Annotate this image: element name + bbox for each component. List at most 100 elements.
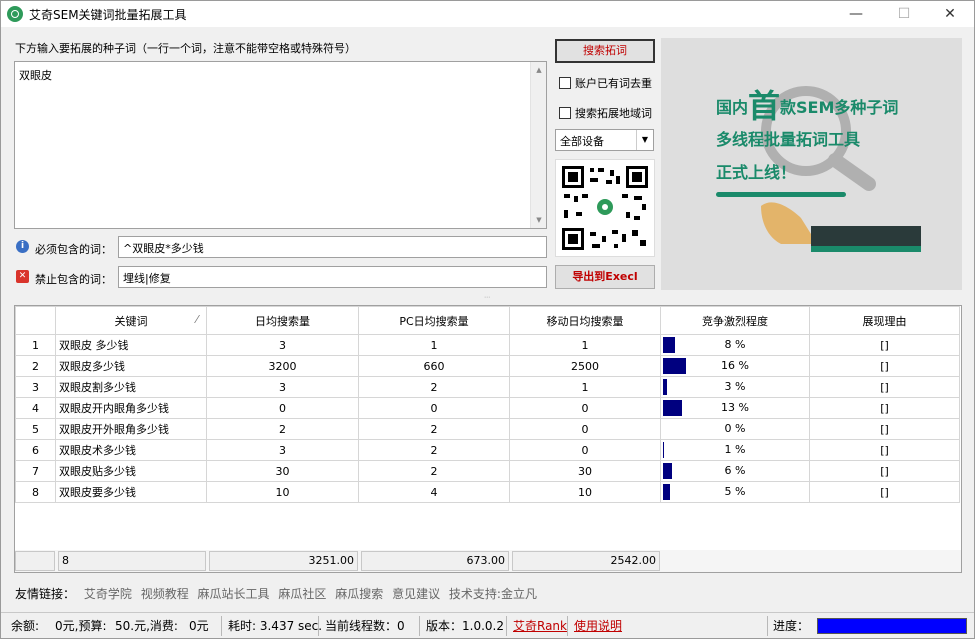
cell-competition: 8 % <box>660 334 810 356</box>
link-feedback[interactable]: 意见建议 <box>392 587 440 601</box>
magnifier-illustration <box>761 86 921 252</box>
cell-mobile: 0 <box>509 418 661 440</box>
link-magua-community[interactable]: 麻瓜社区 <box>278 587 326 601</box>
link-magua-search[interactable]: 麻瓜搜索 <box>335 587 383 601</box>
splitter-handle[interactable]: ⋯ <box>484 294 492 301</box>
banner-line-1-pre: 国内 <box>716 98 749 117</box>
cell-daily: 30 <box>206 460 359 482</box>
cell-pc: 1 <box>358 334 510 356</box>
competition-percent: 13 % <box>721 401 749 414</box>
window-title: 艾奇SEM关键词批量拓展工具 <box>29 8 187 22</box>
include-input[interactable]: ^双眼皮*多少钱 <box>118 236 547 258</box>
table-row[interactable]: 4 双眼皮开内眼角多少钱 0 0 0 13 %[] <box>15 397 960 419</box>
close-button[interactable]: ✕ <box>927 1 973 27</box>
progress-label: 进度： <box>773 619 810 633</box>
cell-keyword: 双眼皮开外眼角多少钱 <box>55 418 207 440</box>
link-video-tutorial[interactable]: 视频教程 <box>141 587 189 601</box>
qr-code-graphic <box>562 166 648 250</box>
cell-competition: 5 % <box>660 481 810 503</box>
cell-reason: [] <box>809 418 960 440</box>
competition-percent: 1 % <box>724 443 746 456</box>
summary-mobile: 2542.00 <box>512 551 660 571</box>
table-row[interactable]: 7 双眼皮贴多少钱 30 2 30 6 %[] <box>15 460 960 482</box>
cell-pc: 2 <box>358 460 510 482</box>
region-checkbox-box[interactable] <box>559 107 571 119</box>
seed-textarea[interactable]: 双眼皮 ▲ ▼ <box>14 61 547 229</box>
cell-mobile: 0 <box>509 397 661 419</box>
summary-pc: 673.00 <box>361 551 509 571</box>
cell-keyword: 双眼皮多少钱 <box>55 355 207 377</box>
cell-pc: 2 <box>358 418 510 440</box>
cell-daily: 2 <box>206 418 359 440</box>
results-table: 关键词 ⁄ 日均搜索量 PC日均搜索量 移动日均搜索量 竞争激烈程度 展现理由 … <box>15 306 960 503</box>
header-mobile[interactable]: 移动日均搜索量 <box>509 306 661 335</box>
export-excel-button[interactable]: 导出到Execl <box>555 265 655 289</box>
table-row[interactable]: 6 双眼皮术多少钱 3 2 0 1 % [] <box>15 439 960 461</box>
maximize-button[interactable]: ☐ <box>881 1 927 27</box>
table-header-row: 关键词 ⁄ 日均搜索量 PC日均搜索量 移动日均搜索量 竞争激烈程度 展现理由 <box>15 306 960 335</box>
dedupe-checkbox[interactable]: 账户已有词去重 <box>559 75 652 91</box>
dedupe-checkbox-box[interactable] <box>559 77 571 89</box>
search-expand-button[interactable]: 搜索拓词 <box>555 39 655 63</box>
status-divider <box>419 616 420 636</box>
table-row[interactable]: 2 双眼皮多少钱 3200 660 2500 16 % [] <box>15 355 960 377</box>
info-icon: i <box>16 240 29 253</box>
promo-banner[interactable]: 国内首款SEM多种子词 多线程批量拓词工具 正式上线！ <box>661 38 962 290</box>
competition-percent: 8 % <box>724 338 746 351</box>
seed-scrollbar[interactable]: ▲ ▼ <box>530 62 546 228</box>
link-magua-tools[interactable]: 麻瓜站长工具 <box>198 587 270 601</box>
cell-reason: [] <box>809 460 960 482</box>
table-row[interactable]: 1 双眼皮 多少钱 3 1 1 8 %[] <box>15 334 960 356</box>
link-tech-support[interactable]: 技术支持:金立凡 <box>449 587 537 601</box>
progress-bar <box>817 618 967 634</box>
header-keyword[interactable]: 关键词 ⁄ <box>55 306 207 335</box>
header-keyword-label: 关键词 <box>114 314 148 328</box>
table-row[interactable]: 3 双眼皮割多少钱 3 2 1 3 %[] <box>15 376 960 398</box>
cell-keyword: 双眼皮开内眼角多少钱 <box>55 397 207 419</box>
cell-pc: 2 <box>358 439 510 461</box>
seed-text: 双眼皮 <box>19 69 52 82</box>
seed-label: 下方输入要拓展的种子词（一行一个词，注意不能带空格或特殊符号） <box>15 42 356 55</box>
row-number: 4 <box>15 397 56 419</box>
header-reason[interactable]: 展现理由 <box>809 306 960 335</box>
results-grid: 关键词 ⁄ 日均搜索量 PC日均搜索量 移动日均搜索量 竞争激烈程度 展现理由 … <box>14 305 962 573</box>
cell-competition: 13 % <box>660 397 810 419</box>
scroll-up-icon[interactable]: ▲ <box>531 62 547 78</box>
title-bar: 艾奇SEM关键词批量拓展工具 — ☐ ✕ <box>1 1 974 27</box>
scroll-down-icon[interactable]: ▼ <box>531 212 547 228</box>
status-divider <box>221 616 222 636</box>
header-pc[interactable]: PC日均搜索量 <box>358 306 510 335</box>
chevron-down-icon[interactable]: ▼ <box>636 130 653 150</box>
link-aiqi-academy[interactable]: 艾奇学院 <box>84 587 132 601</box>
table-row[interactable]: 5 双眼皮开外眼角多少钱 2 2 0 0 %[] <box>15 418 960 440</box>
cell-mobile: 2500 <box>509 355 661 377</box>
exclude-input[interactable]: 埋线|修复 <box>118 266 547 288</box>
cell-reason: [] <box>809 334 960 356</box>
competition-percent: 16 % <box>721 359 749 372</box>
header-daily[interactable]: 日均搜索量 <box>206 306 359 335</box>
status-balance-label: 余额: <box>11 619 40 633</box>
device-select[interactable]: 全部设备 ▼ <box>555 129 654 151</box>
device-select-value: 全部设备 <box>560 135 604 148</box>
table-row[interactable]: 8 双眼皮要多少钱 10 4 10 5 %[] <box>15 481 960 503</box>
cell-pc: 0 <box>358 397 510 419</box>
cell-pc: 660 <box>358 355 510 377</box>
minimize-button[interactable]: — <box>833 1 879 27</box>
summary-count: 8 <box>58 551 206 571</box>
banner-line-1: 国内首款SEM多种子词 <box>716 81 898 127</box>
banner-line-3: 正式上线！ <box>716 163 797 182</box>
region-checkbox[interactable]: 搜索拓展地域词 <box>559 105 652 121</box>
cell-competition: 6 % <box>660 460 810 482</box>
aiqi-rank-link[interactable]: 艾奇Rank <box>513 617 567 634</box>
status-divider <box>767 616 768 636</box>
cell-competition: 3 % <box>660 376 810 398</box>
cell-keyword: 双眼皮要多少钱 <box>55 481 207 503</box>
header-competition[interactable]: 竞争激烈程度 <box>660 306 810 335</box>
cell-competition: 0 % <box>660 418 810 440</box>
region-label: 搜索拓展地域词 <box>575 107 652 120</box>
status-spend-value: 0元 <box>189 619 209 633</box>
help-link[interactable]: 使用说明 <box>574 617 622 634</box>
cell-keyword: 双眼皮 多少钱 <box>55 334 207 356</box>
cell-daily: 3 <box>206 376 359 398</box>
cell-reason: [] <box>809 376 960 398</box>
